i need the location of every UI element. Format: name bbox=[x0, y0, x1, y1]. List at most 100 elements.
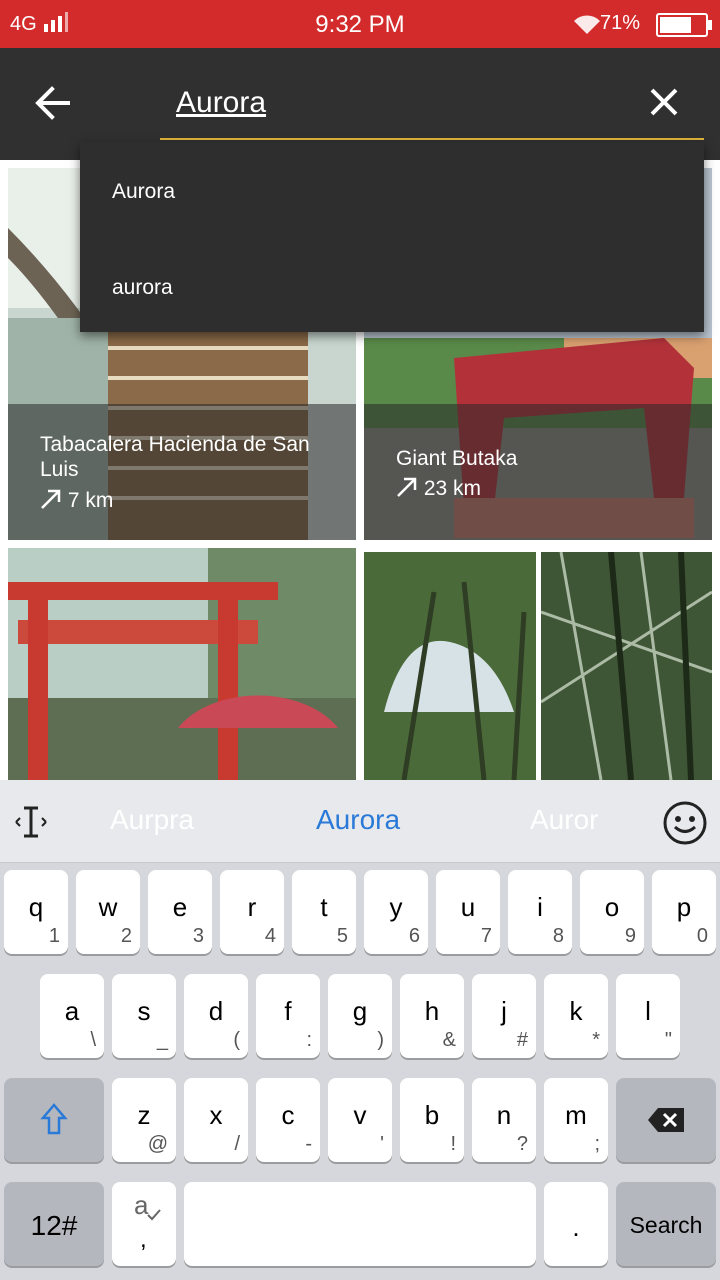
place-tile[interactable] bbox=[364, 552, 536, 780]
symbols-key[interactable]: 12# bbox=[4, 1182, 104, 1266]
language-key[interactable]: a , bbox=[112, 1182, 176, 1266]
key-o[interactable]: o9 bbox=[580, 870, 644, 954]
key-label: t bbox=[320, 892, 328, 922]
space-key[interactable] bbox=[184, 1182, 536, 1266]
key-label: y bbox=[389, 892, 403, 922]
distance-arrow-icon bbox=[397, 477, 417, 497]
key-r[interactable]: r4 bbox=[220, 870, 284, 954]
cursor-icon[interactable] bbox=[14, 804, 48, 840]
place-photo bbox=[364, 552, 536, 780]
backspace-key[interactable] bbox=[616, 1078, 716, 1162]
key-label: v bbox=[353, 1100, 367, 1130]
key-y[interactable]: y6 bbox=[364, 870, 428, 954]
key-label: l bbox=[645, 996, 651, 1026]
key-secondary-label: & bbox=[442, 1029, 456, 1051]
key-z[interactable]: z @ bbox=[112, 1078, 176, 1162]
key-x[interactable]: x / bbox=[184, 1078, 248, 1162]
comma-label: , bbox=[140, 1226, 147, 1253]
key-f[interactable]: f: bbox=[256, 974, 320, 1058]
key-b[interactable]: b! bbox=[400, 1078, 464, 1162]
key-secondary-label: ( bbox=[233, 1029, 240, 1051]
key-secondary-label: ! bbox=[450, 1133, 456, 1155]
place-distance: 23 km bbox=[396, 476, 481, 501]
key-secondary-label: 4 bbox=[264, 925, 276, 947]
key-label: p bbox=[676, 892, 692, 922]
soft-keyboard: Aurpra Aurora Auror q1w2e3r4t5y6u7i8o9p0… bbox=[0, 780, 720, 1280]
key-label: e bbox=[172, 892, 188, 922]
key-e[interactable]: e3 bbox=[148, 870, 212, 954]
key-w[interactable]: w2 bbox=[76, 870, 140, 954]
shift-key[interactable] bbox=[4, 1078, 104, 1162]
key-label: m bbox=[565, 1100, 587, 1130]
place-name: Giant Butaka bbox=[396, 447, 518, 470]
key-secondary-label: 8 bbox=[552, 925, 564, 947]
key-label: x bbox=[209, 1100, 223, 1130]
key-secondary-label: 7 bbox=[480, 925, 492, 947]
key-secondary-label: @ bbox=[147, 1133, 168, 1155]
candidate-word[interactable]: Aurpra bbox=[110, 804, 194, 836]
shift-arrow-icon bbox=[40, 1103, 68, 1135]
key-d[interactable]: d( bbox=[184, 974, 248, 1058]
key-t[interactable]: t5 bbox=[292, 870, 356, 954]
key-label: r bbox=[247, 892, 257, 922]
key-secondary-label: : bbox=[306, 1029, 312, 1051]
key-secondary-label: ; bbox=[594, 1133, 600, 1155]
status-bar: 4G 9:32 PM 71% bbox=[0, 0, 720, 48]
key-label: k bbox=[569, 996, 583, 1026]
place-tile[interactable] bbox=[541, 552, 712, 780]
key-secondary-label: " bbox=[664, 1029, 672, 1051]
search-key[interactable]: Search bbox=[616, 1182, 716, 1266]
check-icon bbox=[147, 1209, 161, 1221]
key-label: d bbox=[208, 996, 224, 1026]
key-secondary-label: _ bbox=[156, 1029, 168, 1051]
search-key-label: Search bbox=[629, 1212, 703, 1238]
back-arrow-icon[interactable] bbox=[28, 78, 78, 128]
search-underline bbox=[160, 138, 704, 140]
key-v[interactable]: v ' bbox=[328, 1078, 392, 1162]
place-photo bbox=[541, 552, 712, 780]
key-l[interactable]: l " bbox=[616, 974, 680, 1058]
key-n[interactable]: n? bbox=[472, 1078, 536, 1162]
wifi-icon bbox=[574, 15, 600, 34]
suggestion-item[interactable]: aurora bbox=[112, 276, 173, 300]
key-u[interactable]: u7 bbox=[436, 870, 500, 954]
key-m[interactable]: m; bbox=[544, 1078, 608, 1162]
period-key-label: . bbox=[572, 1212, 580, 1242]
key-k[interactable]: k * bbox=[544, 974, 608, 1058]
key-label: n bbox=[496, 1100, 512, 1130]
place-caption: Giant Butaka 23 km bbox=[364, 404, 712, 540]
key-secondary-label: 1 bbox=[48, 925, 60, 947]
key-label: w bbox=[98, 892, 118, 922]
key-i[interactable]: i8 bbox=[508, 870, 572, 954]
place-distance: 7 km bbox=[40, 488, 113, 513]
key-q[interactable]: q1 bbox=[4, 870, 68, 954]
key-label: g bbox=[352, 996, 368, 1026]
key-c[interactable]: c- bbox=[256, 1078, 320, 1162]
key-secondary-label: 0 bbox=[696, 925, 708, 947]
key-label: a bbox=[64, 996, 80, 1026]
key-secondary-label: 5 bbox=[336, 925, 348, 947]
key-s[interactable]: s _ bbox=[112, 974, 176, 1058]
key-secondary-label: 2 bbox=[120, 925, 132, 947]
emoji-icon[interactable] bbox=[662, 800, 708, 846]
key-g[interactable]: g) bbox=[328, 974, 392, 1058]
key-secondary-label: / bbox=[234, 1133, 240, 1155]
candidate-word[interactable]: Auror bbox=[530, 804, 598, 836]
key-label: u bbox=[460, 892, 476, 922]
key-secondary-label: \ bbox=[90, 1029, 96, 1051]
key-j[interactable]: j # bbox=[472, 974, 536, 1058]
suggestion-item[interactable]: Aurora bbox=[112, 180, 175, 204]
key-label: o bbox=[604, 892, 620, 922]
place-tile[interactable] bbox=[8, 548, 356, 780]
search-input[interactable]: Aurora bbox=[176, 86, 266, 120]
symbols-key-label: 12# bbox=[30, 1210, 78, 1241]
key-a[interactable]: a \ bbox=[40, 974, 104, 1058]
key-label: z bbox=[137, 1100, 151, 1130]
key-secondary-label: ) bbox=[377, 1029, 384, 1051]
key-h[interactable]: h & bbox=[400, 974, 464, 1058]
clear-search-icon[interactable] bbox=[644, 82, 684, 122]
key-label: c bbox=[281, 1100, 295, 1130]
period-key[interactable]: . bbox=[544, 1182, 608, 1266]
key-p[interactable]: p0 bbox=[652, 870, 716, 954]
candidate-word-selected[interactable]: Aurora bbox=[316, 804, 400, 836]
